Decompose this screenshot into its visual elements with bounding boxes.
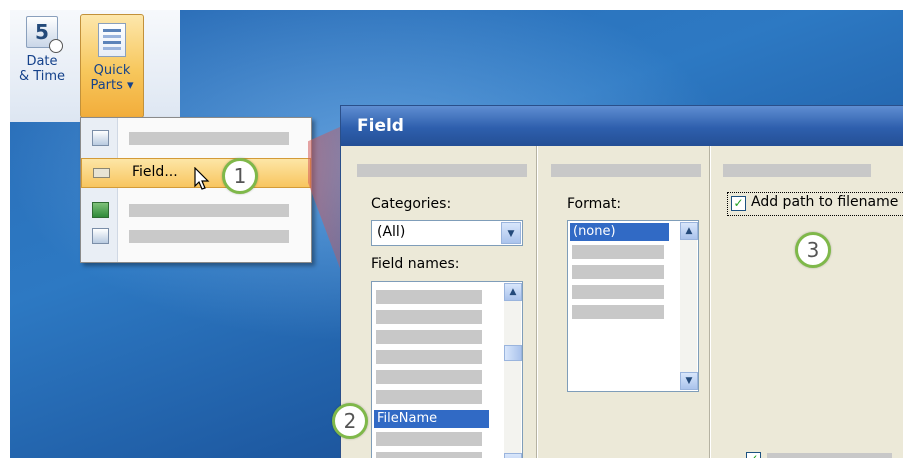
menu-item-building-blocks[interactable] [81, 196, 311, 224]
list-item[interactable] [572, 285, 664, 299]
list-item[interactable] [376, 310, 482, 324]
callout-2: 2 [332, 403, 368, 439]
quick-parts-label-line1: Quick [93, 63, 131, 78]
scroll-down-icon[interactable]: ▼ [680, 372, 698, 390]
scroll-up-icon[interactable]: ▲ [680, 222, 698, 240]
list-item[interactable] [376, 452, 482, 458]
bottom-option-checkbox[interactable]: ✓ [746, 452, 761, 458]
list-item[interactable] [376, 350, 482, 364]
bottom-option-placeholder [767, 453, 892, 458]
dialog-title: Field [341, 106, 903, 146]
building-blocks-icon [92, 202, 109, 218]
panel-divider [709, 146, 711, 458]
scroll-up-icon[interactable]: ▲ [504, 283, 522, 301]
format-list[interactable]: (none) ▲ ▼ [567, 220, 699, 392]
calendar-day: 5 [35, 20, 49, 44]
section-heading-placeholder [551, 164, 701, 177]
section-heading-placeholder [357, 164, 527, 177]
list-item[interactable] [572, 305, 664, 319]
list-item[interactable] [572, 245, 664, 259]
quick-parts-button[interactable]: Quick Parts ▾ [80, 14, 144, 118]
screenshot-frame: 5 Date & Time Quick Parts ▾ Field... 1 F… [10, 10, 903, 458]
date-time-label-line2: & Time [18, 69, 66, 84]
calendar-clock-icon: 5 [26, 16, 63, 53]
field-names-scrollbar[interactable]: ▲ ▼ [504, 283, 522, 458]
list-item[interactable] [572, 265, 664, 279]
quick-parts-label-line2: Parts ▾ [90, 78, 134, 93]
section-heading-placeholder [723, 164, 871, 177]
quick-parts-icon [98, 23, 126, 57]
chevron-down-icon[interactable]: ▼ [501, 222, 521, 244]
scroll-down-icon[interactable]: ▼ [504, 453, 522, 458]
list-item[interactable] [376, 390, 482, 404]
menu-item-placeholder [129, 230, 289, 243]
field-names-list[interactable]: FileName ▲ ▼ [371, 281, 523, 458]
format-scrollbar[interactable]: ▲ ▼ [680, 222, 698, 390]
save-selection-icon [92, 228, 109, 244]
add-path-label[interactable]: Add path to filename [751, 194, 898, 210]
categories-select[interactable]: (All) ▼ [371, 220, 523, 246]
scroll-thumb[interactable] [504, 345, 522, 361]
quick-parts-menu: Field... [80, 117, 312, 263]
menu-item-document-parts[interactable] [81, 124, 311, 152]
categories-value: (All) [377, 224, 406, 240]
document-parts-icon [92, 130, 109, 146]
menu-item-field-label: Field... [132, 164, 178, 180]
callout-3: 3 [795, 232, 831, 268]
clock-icon [49, 39, 63, 53]
list-item[interactable] [376, 370, 482, 384]
add-path-checkbox[interactable]: ✓ [731, 196, 746, 211]
callout-1: 1 [222, 158, 258, 194]
menu-item-placeholder [129, 132, 289, 145]
list-item[interactable] [376, 290, 482, 304]
date-time-label-line1: Date [26, 54, 58, 69]
menu-item-save-selection[interactable] [81, 222, 311, 250]
menu-item-placeholder [129, 204, 289, 217]
format-label: Format: [567, 196, 622, 212]
mouse-cursor-icon [194, 167, 210, 190]
ribbon-insert-group: 5 Date & Time Quick Parts ▾ [10, 10, 180, 122]
list-item[interactable] [376, 330, 482, 344]
date-time-button[interactable]: 5 Date & Time [16, 16, 68, 84]
categories-label: Categories: [371, 196, 452, 212]
field-icon [93, 168, 110, 178]
field-dialog: Field Categories: (All) ▼ Field names: F… [340, 105, 903, 458]
format-selected[interactable]: (none) [570, 223, 669, 241]
field-names-label: Field names: [371, 256, 460, 272]
list-item-selected[interactable]: FileName [374, 410, 489, 428]
list-item[interactable] [376, 432, 482, 446]
panel-divider [536, 146, 538, 458]
